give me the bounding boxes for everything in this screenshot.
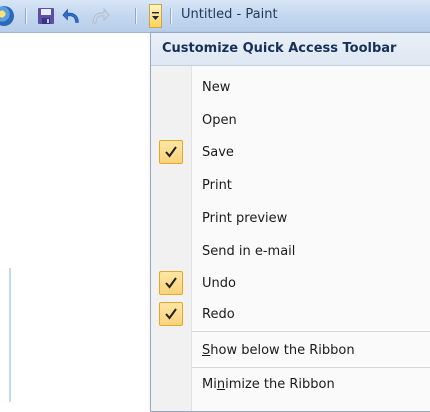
menu-item-open[interactable]: Open — [151, 108, 430, 134]
menu-header: Customize Quick Access Toolbar — [151, 33, 430, 66]
checkmark-icon — [159, 271, 183, 295]
checkmark-icon — [159, 302, 183, 326]
menu-item-label: Show below the Ribbon — [202, 343, 355, 358]
menu-item-show-below-ribbon[interactable]: Show below the Ribbon — [151, 338, 430, 364]
toolbar-separator — [170, 8, 171, 24]
menu-item-label: Save — [202, 145, 234, 160]
toolbar-separator — [25, 8, 26, 24]
paint-app-icon[interactable] — [0, 6, 14, 26]
customize-qat-menu: Customize Quick Access Toolbar New Open … — [150, 32, 430, 412]
menu-header-label: Customize Quick Access Toolbar — [162, 41, 397, 56]
menu-item-print[interactable]: Print — [151, 173, 430, 199]
menu-item-label: Send in e-mail — [202, 244, 296, 259]
window-title: Untitled - Paint — [181, 7, 278, 22]
menu-item-send-email[interactable]: Send in e-mail — [151, 239, 430, 265]
menu-separator — [192, 367, 430, 368]
menu-separator — [192, 331, 430, 332]
menu-item-label: Undo — [202, 276, 236, 291]
menu-item-undo[interactable]: Undo — [151, 271, 430, 297]
checkmark-icon — [159, 140, 183, 164]
menu-item-label: New — [202, 80, 231, 95]
menu-item-label: Print preview — [202, 211, 288, 226]
menu-item-label: Open — [202, 113, 237, 128]
customize-dropdown-icon[interactable] — [149, 4, 162, 28]
undo-icon[interactable] — [62, 6, 82, 26]
save-icon[interactable] — [36, 6, 56, 26]
menu-item-redo[interactable]: Redo — [151, 302, 430, 328]
menu-item-new[interactable]: New — [151, 75, 430, 101]
menu-item-print-preview[interactable]: Print preview — [151, 206, 430, 232]
menu-item-label: Redo — [202, 307, 235, 322]
menu-item-save[interactable]: Save — [151, 140, 430, 166]
menu-item-label: Minimize the Ribbon — [202, 377, 335, 392]
canvas-edge — [9, 268, 11, 402]
menu-item-minimize-ribbon[interactable]: Minimize the Ribbon — [151, 372, 430, 398]
redo-icon[interactable] — [90, 6, 110, 26]
title-bar: Untitled - Paint — [0, 0, 430, 33]
toolbar-separator — [135, 8, 136, 24]
menu-item-label: Print — [202, 178, 232, 193]
